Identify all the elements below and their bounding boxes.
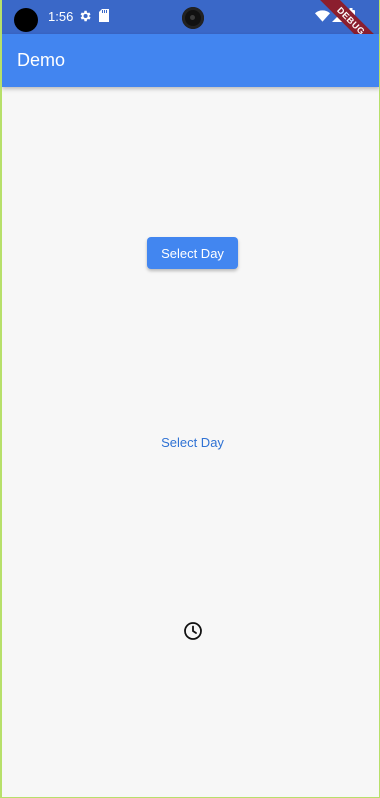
wifi-icon (315, 10, 330, 22)
select-day-text-button[interactable]: Select Day (147, 426, 238, 458)
status-bar: 1:56 DEBUG (2, 0, 379, 65)
clock-icon (184, 622, 202, 640)
front-camera-cutout (14, 8, 38, 32)
app-bar: Demo (2, 34, 379, 87)
settings-gear-icon (80, 10, 91, 22)
clock-icon-button[interactable] (180, 618, 206, 644)
sd-card-icon (99, 9, 109, 22)
app-screen: 1:56 DEBUG Demo Select Day Select Day (0, 0, 380, 798)
status-time: 1:56 (48, 9, 74, 24)
select-day-elevated-button[interactable]: Select Day (147, 237, 238, 269)
center-camera-cutout (182, 7, 204, 29)
page-title: Demo (17, 50, 66, 70)
